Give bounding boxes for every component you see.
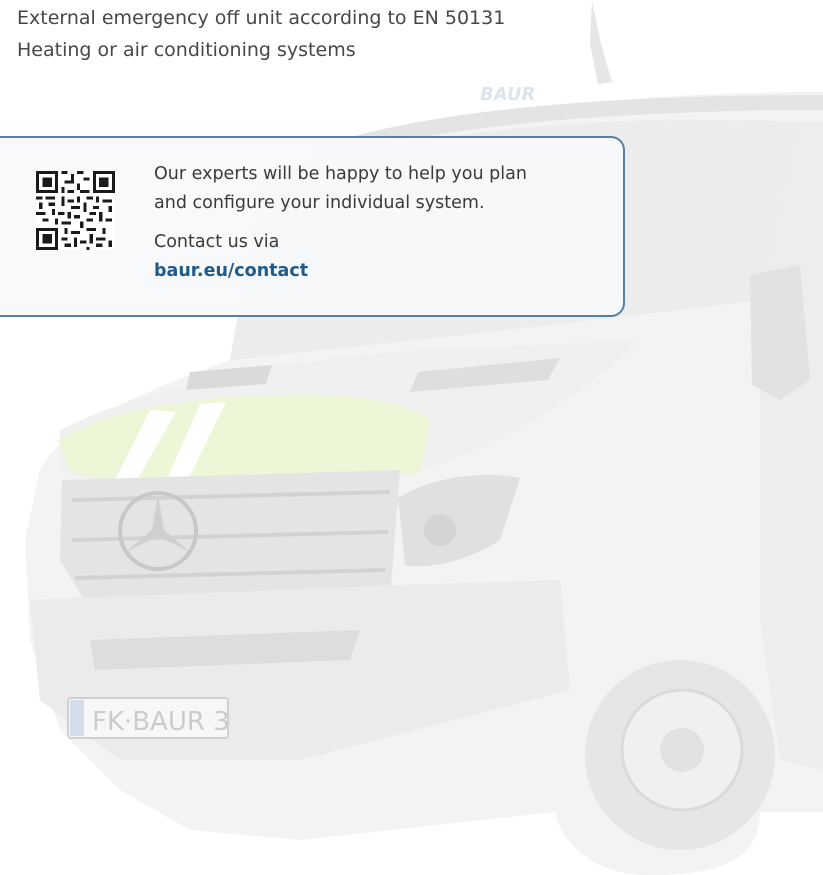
contact-card-text: Our experts will be happy to help you pl… [154,160,594,286]
card-message-line-1: Our experts will be happy to help you pl… [154,164,527,184]
feature-list: External emergency off unit according to… [17,2,505,66]
contact-card: Our experts will be happy to help you pl… [0,136,625,317]
svg-text:FK·BAUR 3: FK·BAUR 3 [92,707,230,737]
contact-prefix: Contact us via [154,232,280,252]
van-background-image: FK·BAUR 3 BAUR [25,0,823,875]
svg-text:BAUR: BAUR [480,84,535,105]
card-message-line-2: and configure your individual system. [154,193,485,213]
feature-hvac: Heating or air conditioning systems [17,39,356,61]
feature-emergency-off: External emergency off unit according to… [17,7,506,29]
contact-link[interactable]: baur.eu/contact [154,261,308,281]
qr-code-icon[interactable] [36,171,115,250]
